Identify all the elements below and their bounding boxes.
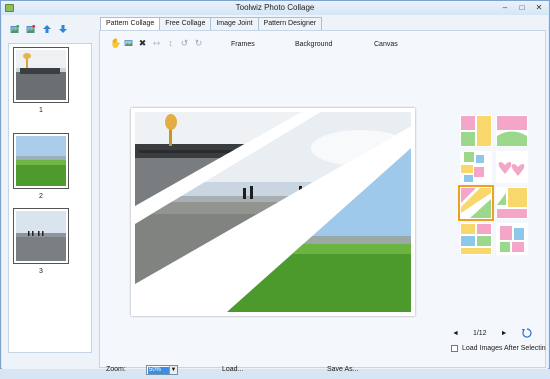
app-content: 1 2 3 Pattern Collage Free Collage Image… — [2, 15, 548, 375]
load-after-checkbox[interactable] — [451, 345, 458, 352]
flip-horizontal-icon[interactable]: ⇿ — [152, 38, 161, 48]
thumbnail-toolbar — [10, 24, 68, 34]
mode-tabs: Pattern Collage Free Collage Image Joint… — [100, 17, 323, 31]
maximize-icon[interactable]: □ — [518, 4, 526, 12]
rotate-right-icon[interactable]: ↻ — [194, 38, 203, 48]
rotate-left-icon[interactable]: ↺ — [180, 38, 189, 48]
thumbnail-2[interactable] — [13, 133, 69, 189]
load-after-option: Load Images After Selectin — [451, 345, 546, 352]
title-bar: Toolwiz Photo Collage – □ ✕ — [1, 1, 549, 15]
hand-icon[interactable]: ✋ — [110, 38, 121, 48]
photo-pier-thumbnail — [16, 50, 66, 100]
photo-beach-thumbnail — [16, 211, 66, 261]
photo-thumbnail-list: 1 2 3 — [8, 43, 92, 353]
refresh-icon[interactable] — [521, 328, 532, 338]
template-5-selected[interactable] — [458, 185, 494, 221]
add-photo-icon[interactable] — [10, 24, 20, 34]
tab-pattern-collage[interactable]: Pattern Collage — [100, 17, 161, 31]
move-up-icon[interactable] — [42, 24, 52, 34]
app-window: Toolwiz Photo Collage – □ ✕ 1 2 3 Patter… — [0, 0, 550, 375]
save-as-button[interactable]: Save As... — [327, 366, 359, 373]
next-page-button[interactable]: ► — [501, 330, 508, 337]
tab-image-joint[interactable]: Image Joint — [210, 17, 259, 30]
thumbnail-label-2: 2 — [39, 193, 43, 200]
remove-photo-icon[interactable] — [26, 24, 36, 34]
template-8[interactable] — [496, 223, 528, 255]
template-gallery — [458, 115, 530, 257]
minimize-icon[interactable]: – — [501, 4, 509, 12]
template-4[interactable] — [496, 151, 528, 183]
bottom-bar: Zoom: 50% ▼ Load... Save As... — [100, 365, 547, 379]
image-icon[interactable] — [124, 38, 133, 48]
template-7[interactable] — [460, 223, 492, 255]
zoom-select[interactable]: 50% ▼ — [146, 365, 178, 375]
chevron-down-icon[interactable]: ▼ — [169, 366, 177, 374]
flip-vertical-icon[interactable]: ↕ — [166, 38, 175, 48]
close-icon[interactable]: ✕ — [535, 4, 543, 12]
template-1[interactable] — [460, 115, 492, 147]
thumbnail-1[interactable] — [13, 47, 69, 103]
main-panel: ✋ ✖ ⇿ ↕ ↺ ↻ Frames Background Canvas ◄ 1… — [99, 30, 546, 375]
delete-icon[interactable]: ✖ — [138, 38, 147, 48]
template-2[interactable] — [496, 115, 528, 147]
move-down-icon[interactable] — [58, 24, 68, 34]
photo-grass-field-thumbnail — [16, 136, 66, 186]
collage-preview — [135, 112, 411, 312]
zoom-label: Zoom: — [106, 366, 126, 373]
zoom-value: 50% — [148, 367, 169, 374]
load-button[interactable]: Load... — [222, 366, 243, 373]
template-3[interactable] — [460, 151, 492, 183]
template-6[interactable] — [496, 187, 528, 219]
collage-canvas[interactable] — [131, 108, 415, 316]
thumbnail-label-3: 3 — [39, 268, 43, 275]
tab-free-collage[interactable]: Free Collage — [159, 17, 212, 30]
page-indicator: 1/12 — [472, 329, 487, 337]
prev-page-button[interactable]: ◄ — [452, 330, 459, 337]
edit-toolbar: ✋ ✖ ⇿ ↕ ↺ ↻ — [110, 38, 203, 48]
load-after-label: Load Images After Selectin — [462, 345, 546, 352]
tab-frames[interactable]: Frames — [231, 41, 255, 48]
window-title: Toolwiz Photo Collage — [235, 3, 315, 12]
template-pager: ◄ 1/12 ► — [452, 328, 532, 338]
tab-pattern-designer[interactable]: Pattern Designer — [257, 17, 323, 30]
window-controls: – □ ✕ — [501, 4, 543, 12]
tab-background[interactable]: Background — [295, 41, 332, 48]
thumbnail-label-1: 1 — [39, 107, 43, 114]
tab-canvas[interactable]: Canvas — [374, 41, 398, 48]
thumbnail-3[interactable] — [13, 208, 69, 264]
